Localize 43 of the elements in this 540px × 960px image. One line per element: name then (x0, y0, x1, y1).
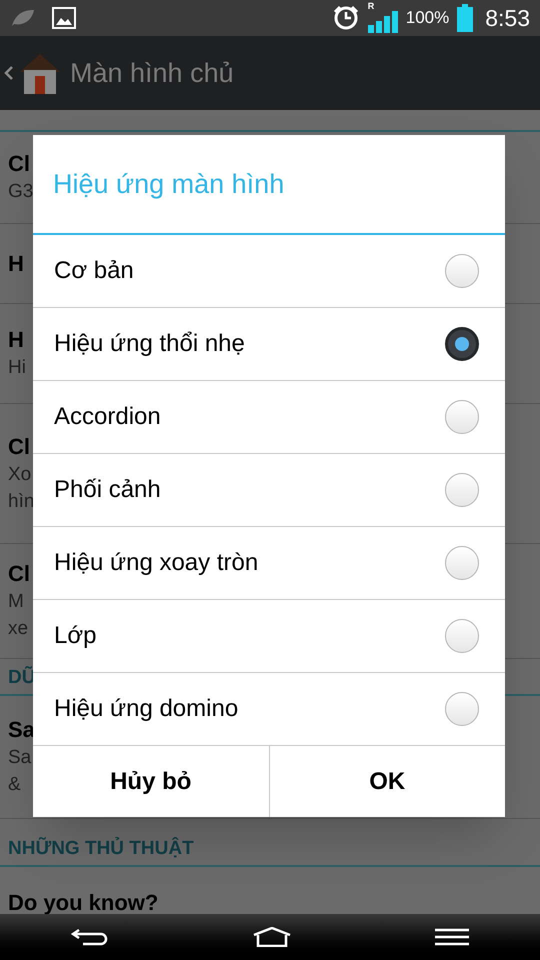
ok-button[interactable]: OK (268, 746, 505, 817)
radio-button[interactable] (445, 692, 479, 726)
battery-percent: 100% (406, 7, 450, 30)
setting-summary: M (8, 590, 24, 614)
clock: 8:53 (485, 4, 530, 33)
cancel-button[interactable]: Hủy bỏ (33, 746, 268, 817)
alarm-icon (332, 4, 360, 32)
menu-icon[interactable] (434, 928, 469, 946)
signal-icon (368, 11, 398, 33)
setting-title: Cl (8, 560, 30, 588)
radio-button[interactable] (445, 327, 479, 361)
dialog-title: Hiệu ứng màn hình (53, 168, 284, 201)
radio-button[interactable] (445, 400, 479, 434)
setting-summary: xe (8, 617, 28, 641)
setting-title: Cl (8, 150, 30, 178)
option-row[interactable]: Hiệu ứng thổi nhẹ (33, 308, 505, 381)
image-icon (52, 7, 76, 29)
battery-icon (457, 4, 474, 32)
setting-summary: Xo (8, 462, 32, 486)
option-row[interactable]: Lớp (33, 600, 505, 673)
option-row[interactable]: Accordion (33, 381, 505, 454)
radio-button[interactable] (445, 473, 479, 507)
setting-summary: hìn (8, 490, 34, 514)
radio-button[interactable] (445, 619, 479, 653)
option-row[interactable]: Cơ bản (33, 235, 505, 308)
section-header: NHỮNG THỦ THUẬT (8, 837, 194, 861)
radio-button[interactable] (445, 254, 479, 288)
home-icon[interactable] (252, 927, 292, 947)
house-icon (18, 52, 62, 94)
setting-title: H (8, 326, 24, 354)
roaming-label: R (368, 0, 374, 13)
setting-summary: Hi (8, 356, 26, 380)
setting-summary: & (8, 773, 21, 797)
option-row[interactable]: Phối cảnh (33, 454, 505, 527)
option-row[interactable]: Hiệu ứng xoay tròn (33, 527, 505, 600)
setting-title: Sa (8, 716, 35, 744)
setting-summary: G3 (8, 180, 34, 204)
leaf-icon (10, 8, 36, 28)
radio-button[interactable] (445, 546, 479, 580)
screen-title: Màn hình chủ (70, 56, 234, 90)
setting-summary: Sa (8, 746, 32, 770)
setting-title: Cl (8, 432, 30, 460)
setting-title: H (8, 250, 24, 278)
